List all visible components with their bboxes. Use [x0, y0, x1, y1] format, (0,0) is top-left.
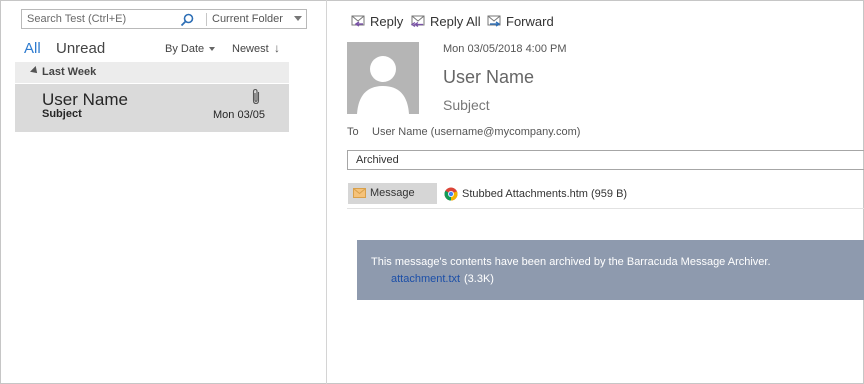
sort-by-dropdown[interactable]: By Date [165, 43, 204, 55]
forward-icon [487, 15, 501, 27]
search-icon[interactable] [179, 12, 195, 28]
filter-all[interactable]: All [24, 40, 41, 57]
search-scope-dropdown[interactable]: Current Folder [212, 13, 283, 25]
reply-all-button[interactable]: Reply All [410, 12, 481, 30]
filter-unread[interactable]: Unread [56, 40, 105, 57]
search-input[interactable]: Search Test (Ctrl+E) [27, 13, 126, 25]
category-label: Archived [356, 154, 399, 166]
search-separator [206, 13, 207, 26]
group-label: Last Week [42, 66, 97, 78]
sort-order-button[interactable]: Newest [232, 43, 269, 55]
message-date: Mon 03/05 [213, 109, 265, 121]
archived-attachment-size: (3.3K) [464, 273, 494, 285]
envelope-icon [353, 188, 366, 198]
message-list-pane: Search Test (Ctrl+E) Current Folder All … [0, 0, 327, 384]
chevron-down-icon[interactable] [294, 16, 302, 21]
message-sender: User Name [42, 90, 128, 109]
sent-date: Mon 03/05/2018 4:00 PM [443, 43, 567, 55]
to-recipient[interactable]: User Name (username@mycompany.com) [372, 126, 580, 138]
forward-label: Forward [506, 13, 554, 29]
attachment-file[interactable]: Stubbed Attachments.htm (959 B) [444, 186, 627, 202]
archived-attachment-link[interactable]: attachment.txt [391, 273, 460, 285]
forward-button[interactable]: Forward [486, 12, 554, 30]
sender-avatar [347, 42, 419, 114]
archive-notice-banner: This message's contents have been archiv… [357, 240, 864, 300]
paperclip-icon [252, 88, 260, 105]
list-item[interactable]: User Name Subject Mon 03/05 [15, 84, 289, 132]
reply-button[interactable]: Reply [350, 12, 403, 30]
group-header-last-week[interactable]: Last Week [15, 62, 289, 83]
attachment-bar: Message Stubbed Attachments.htm (959 B) [347, 183, 864, 209]
reply-all-icon [410, 15, 425, 28]
from-name[interactable]: User Name [443, 67, 534, 88]
chrome-icon [444, 187, 458, 201]
to-label: To [347, 126, 359, 138]
sort-arrow-icon[interactable]: ↓ [274, 41, 280, 55]
attachment-file-label: Stubbed Attachments.htm (959 B) [462, 188, 628, 200]
message-subject: Subject [42, 108, 82, 120]
archive-notice-text: This message's contents have been archiv… [371, 256, 771, 268]
message-tab-label: Message [370, 187, 415, 199]
search-box[interactable]: Search Test (Ctrl+E) Current Folder [21, 9, 307, 29]
avatar-placeholder-icon [357, 56, 409, 114]
chevron-down-icon[interactable] [209, 47, 215, 51]
reply-icon [351, 15, 365, 27]
collapse-triangle-icon[interactable] [30, 66, 40, 76]
reply-all-label: Reply All [430, 13, 481, 29]
reply-label: Reply [370, 13, 404, 29]
message-tab[interactable]: Message [348, 183, 437, 204]
message-subject-heading: Subject [443, 97, 490, 113]
category-bar: Archived [347, 150, 864, 170]
